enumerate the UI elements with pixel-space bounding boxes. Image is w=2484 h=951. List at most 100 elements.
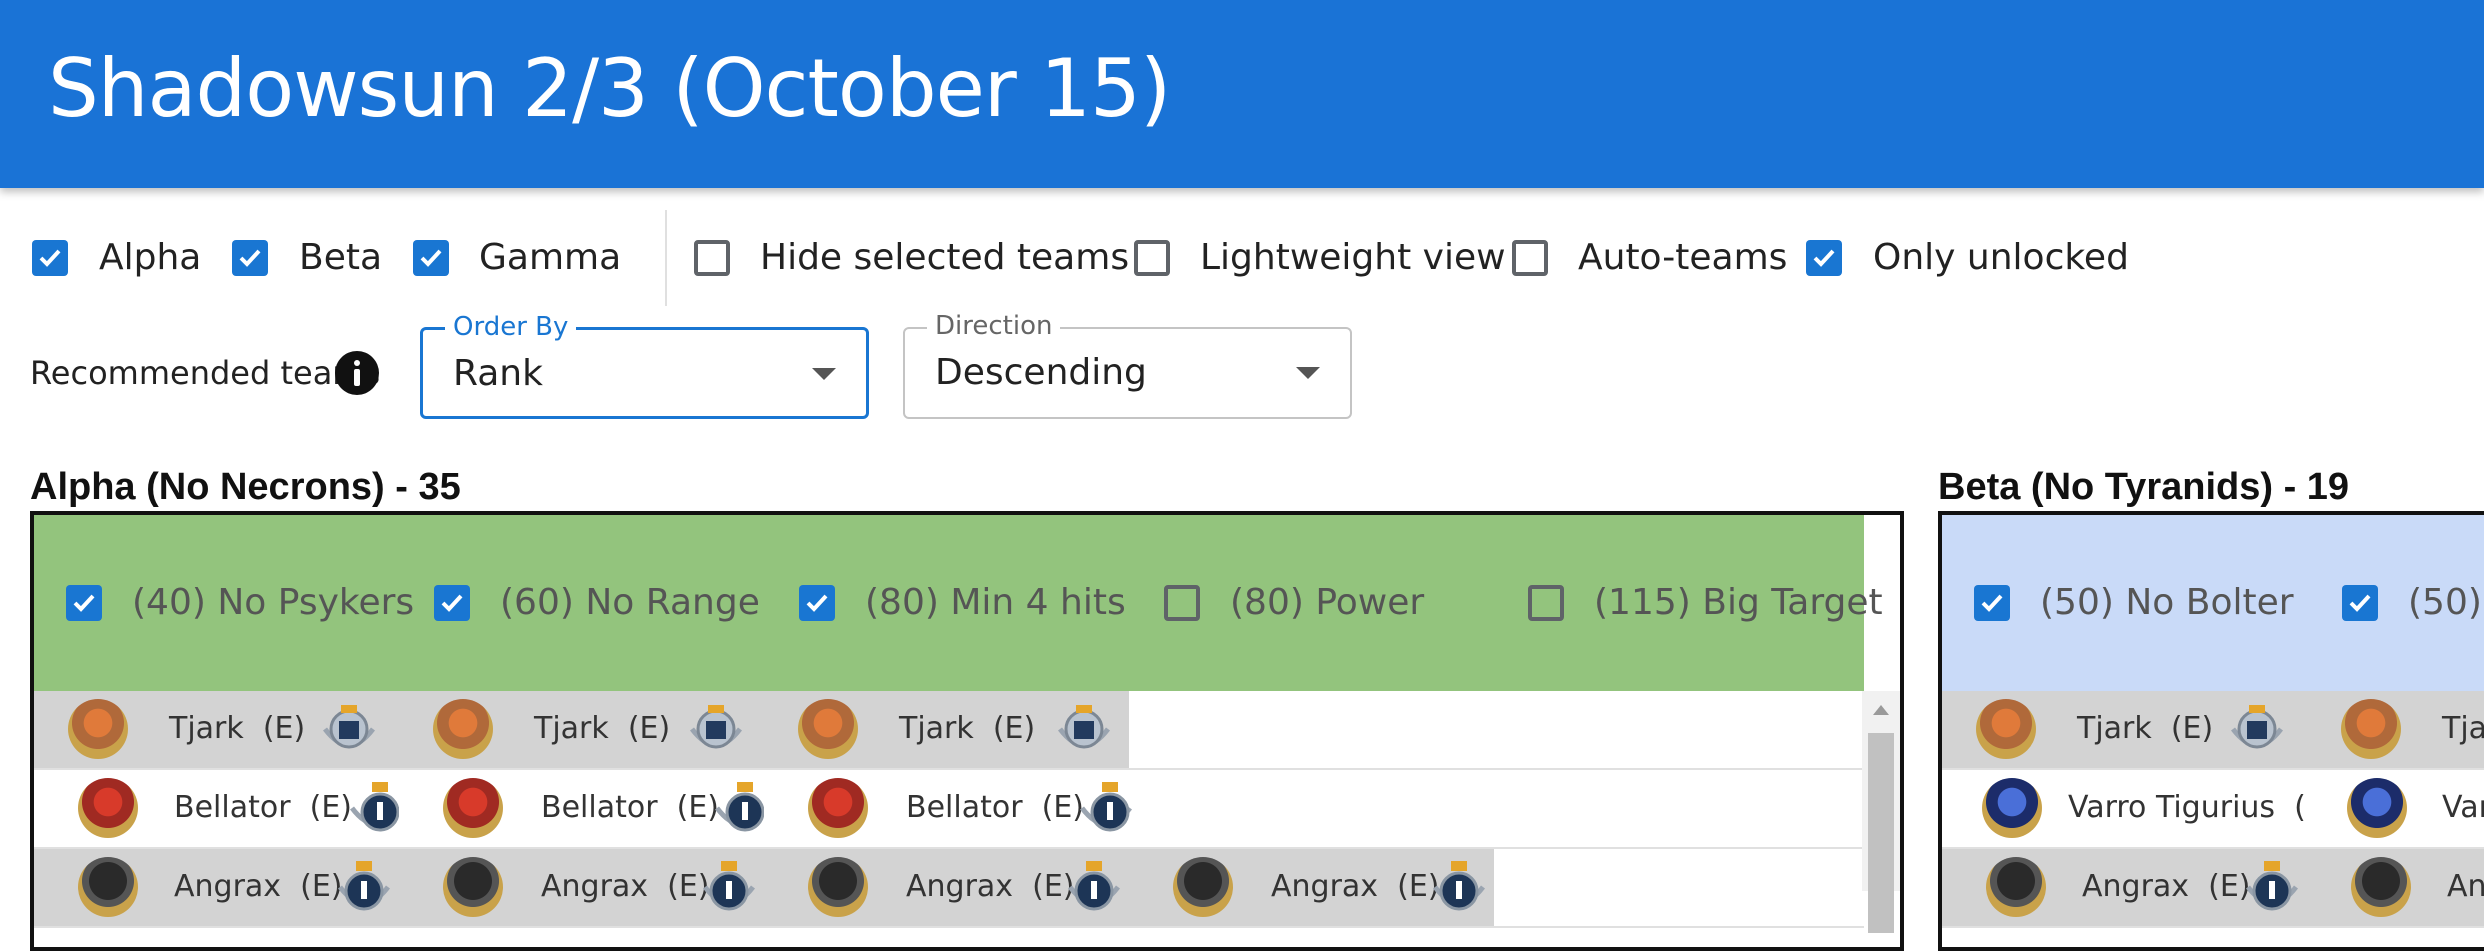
beta-restrictions: (50) No Bolter (50) I	[1942, 515, 2484, 691]
team-row[interactable]: Angrax (E) Ang	[1942, 849, 2484, 928]
rank-badge-icon	[1080, 782, 1132, 832]
character-avatar	[808, 857, 868, 917]
character-name: Angrax (E)	[2082, 869, 2251, 904]
character-avatar	[808, 778, 868, 838]
team-member-cell[interactable]: Angrax (E)	[764, 849, 1129, 926]
direction-legend: Direction	[927, 311, 1061, 341]
rank-badge-icon	[323, 705, 375, 749]
order-by-select[interactable]: Order By Rank	[420, 312, 869, 419]
team-member-cell[interactable]: Tja	[2307, 691, 2484, 768]
team-member-cell[interactable]: Tjark (E)	[1942, 691, 2307, 768]
team-member-cell[interactable]: Varro Tigurius (E)	[1942, 770, 2337, 847]
page-title: Shadowsun 2/3 (October 15)	[48, 42, 1171, 135]
direction-select[interactable]: Direction Descending	[903, 311, 1352, 419]
character-avatar	[1173, 857, 1233, 917]
team-member-cell[interactable]: Ang	[2307, 849, 2484, 926]
character-name: Tja	[2442, 711, 2484, 746]
character-name: Tjark (E)	[899, 711, 1036, 746]
rank-badge-icon	[1433, 861, 1485, 911]
team-member-cell[interactable]: Bellator (E)	[399, 770, 767, 847]
alpha-checkbox[interactable]	[32, 240, 68, 276]
team-row[interactable]: Tjark (E) Tja	[1942, 691, 2484, 770]
team-member-cell[interactable]: Angrax (E)	[34, 849, 399, 926]
chevron-down-icon	[1296, 367, 1320, 379]
team-member-cell[interactable]: Tjark (E)	[399, 691, 764, 768]
team-member-cell[interactable]: Tjark (E)	[764, 691, 1129, 768]
chevron-down-icon	[812, 368, 836, 380]
restriction-label: (50) No Bolter	[2040, 582, 2294, 623]
restriction-label: (115) Big Target	[1594, 582, 1883, 623]
auto-teams-label: Auto-teams	[1578, 237, 1788, 278]
rank-badge-icon	[690, 705, 742, 749]
team-member-cell[interactable]: Angrax (E)	[399, 849, 764, 926]
character-name: Tjark (E)	[2077, 711, 2214, 746]
character-name: Varr	[2442, 790, 2484, 825]
scroll-up-arrow-icon[interactable]	[1873, 705, 1889, 715]
recommended-teams-label: Recommended teams	[30, 354, 381, 392]
rank-badge-icon	[350, 782, 402, 832]
hide-selected-label: Hide selected teams	[760, 237, 1130, 278]
team-row[interactable]: Tjark (E) Tjark (E) Tjark (E)	[34, 691, 1864, 770]
character-avatar	[1982, 778, 2042, 838]
lightweight-label: Lightweight view	[1200, 237, 1506, 278]
rank-badge-icon	[2246, 861, 2298, 911]
character-name: Tjark (E)	[169, 711, 306, 746]
filter-divider	[665, 210, 667, 306]
restriction-checkbox[interactable]	[1528, 585, 1564, 621]
alpha-panel: (40) No Psykers (60) No Range (80) Min 4…	[30, 511, 1904, 951]
team-row[interactable]: Bellator (E) Bellator (E) Bellator (E)	[34, 770, 1864, 849]
order-by-legend: Order By	[445, 312, 577, 342]
info-icon[interactable]	[335, 351, 379, 395]
auto-teams-checkbox[interactable]	[1512, 240, 1548, 276]
team-member-cell[interactable]: Tjark (E)	[34, 691, 399, 768]
character-avatar	[2341, 699, 2401, 759]
team-member-cell[interactable]: Bellator (E)	[34, 770, 402, 847]
restriction-checkbox[interactable]	[799, 585, 835, 621]
character-avatar	[2351, 857, 2411, 917]
character-avatar	[443, 857, 503, 917]
character-name: Angrax (E)	[541, 869, 710, 904]
restriction-checkbox[interactable]	[1164, 585, 1200, 621]
restriction-label: (40) No Psykers	[132, 582, 415, 623]
restriction-label: (80) Power	[1230, 582, 1425, 623]
gamma-checkbox[interactable]	[413, 240, 449, 276]
beta-checkbox[interactable]	[232, 240, 268, 276]
character-name: Ang	[2447, 869, 2484, 904]
team-member-cell[interactable]: Angrax (E)	[1942, 849, 2307, 926]
team-member-cell[interactable]: Angrax (E)	[1129, 849, 1494, 926]
restriction-label: (60) No Range	[500, 582, 760, 623]
character-avatar	[433, 699, 493, 759]
character-avatar	[1976, 699, 2036, 759]
alpha-scrollbar[interactable]	[1862, 691, 1900, 933]
restriction-checkbox[interactable]	[434, 585, 470, 621]
character-name: Bellator (E)	[906, 790, 1084, 825]
lightweight-checkbox[interactable]	[1134, 240, 1170, 276]
rank-badge-icon	[2231, 705, 2283, 749]
rank-badge-icon	[703, 861, 755, 911]
character-name: Varro Tigurius (E)	[2068, 790, 2337, 825]
rank-badge-icon	[715, 782, 767, 832]
beta-panel: (50) No Bolter (50) I Tjark (E) Tja Varr…	[1938, 511, 2484, 951]
rank-badge-icon	[338, 861, 390, 911]
rank-badge-icon	[1068, 861, 1120, 911]
app-bar: Shadowsun 2/3 (October 15)	[0, 0, 2484, 188]
character-avatar	[443, 778, 503, 838]
team-row[interactable]: Angrax (E) Angrax (E) Angrax (E) Angrax …	[34, 849, 1864, 928]
hide-selected-checkbox[interactable]	[694, 240, 730, 276]
team-member-cell[interactable]: Varr	[2307, 770, 2484, 847]
team-member-cell[interactable]: Bellator (E)	[764, 770, 1132, 847]
only-unlocked-checkbox[interactable]	[1806, 240, 1842, 276]
gamma-label: Gamma	[479, 237, 622, 278]
team-row[interactable]: Varro Tigurius (E) Varr	[1942, 770, 2484, 849]
character-name: Bellator (E)	[174, 790, 352, 825]
restriction-checkbox[interactable]	[2342, 585, 2378, 621]
scrollbar-thumb[interactable]	[1868, 733, 1894, 933]
character-avatar	[68, 699, 128, 759]
only-unlocked-label: Only unlocked	[1873, 237, 2129, 278]
alpha-restrictions: (40) No Psykers (60) No Range (80) Min 4…	[34, 515, 1883, 691]
direction-value: Descending	[935, 352, 1147, 393]
beta-label: Beta	[299, 237, 383, 278]
restriction-checkbox[interactable]	[66, 585, 102, 621]
character-name: Angrax (E)	[906, 869, 1075, 904]
restriction-checkbox[interactable]	[1974, 585, 2010, 621]
